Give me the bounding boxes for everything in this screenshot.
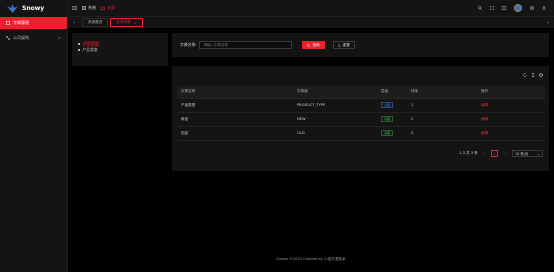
cell-level: 子级 [377,112,407,127]
search-label: 字典名称: [180,42,197,47]
table-toolbar [523,73,543,77]
tabs-scroll-right-icon[interactable]: › [542,20,554,26]
dictionary-tree: 产品类型 产品状态 [72,33,168,66]
search-icon[interactable] [478,6,482,10]
bullet-icon [78,43,80,45]
cell-sort: 1 [407,98,477,113]
search-panel: 字典名称: 查询 重置 [172,33,549,57]
settings-icon[interactable] [530,6,534,10]
cell-value: OLD [293,126,377,141]
bullet-icon [78,49,80,51]
column-header[interactable]: 操作 [477,86,545,99]
user-icon[interactable] [542,6,546,10]
column-header[interactable]: 排序 [407,86,477,99]
prev-page-icon[interactable]: ‹ [484,151,486,156]
tab-business-dictionary[interactable]: 业务字典 × [110,18,143,27]
page-size-value: 10 条/页 [515,152,529,156]
column-header[interactable]: 字典名称 [177,86,293,99]
close-icon[interactable]: × [134,21,137,25]
reset-button-label: 重置 [342,42,350,47]
reset-button[interactable]: 重置 [332,41,355,49]
search-button-label: 查询 [312,42,320,47]
settings-icon[interactable] [539,73,543,77]
chevron-down-icon: ⌄ [537,151,540,156]
tab-label: 业务字典 [116,20,131,24]
table-panel: 字典名称 字典值 层级 排序 操作 产品类型 PRODUCT_TYPE 上级 1… [172,66,549,171]
pagination: 1-3 共 3 条 ‹ 1 › 10 条/页 ⌄ [459,150,543,157]
cell-action: 编辑 [477,98,545,113]
edit-link[interactable]: 编辑 [481,117,488,121]
cell-level: 子级 [377,126,407,141]
column-header[interactable]: 字典值 [293,86,377,99]
search-icon [307,43,311,47]
edit-link[interactable]: 编辑 [481,131,488,135]
page-number[interactable]: 1 [491,150,499,157]
table-row[interactable]: 产品类型 PRODUCT_TYPE 上级 1 编辑 [177,98,545,113]
module-system[interactable]: 系统 [82,5,96,11]
level-badge: 子级 [381,130,394,136]
column-header[interactable]: 层级 [377,86,407,99]
top-header: 系统 业务 [68,0,554,16]
cell-name: 旧品 [177,126,293,141]
cell-name: 新品 [177,112,293,127]
cell-sort: 2 [407,112,477,127]
sidebar-item-dictionary[interactable]: 字典管理 [0,17,67,29]
cell-action: 编辑 [477,126,545,141]
cell-value: PRODUCT_TYPE [293,98,377,113]
sidebar-item-label: 字典管理 [13,20,29,25]
table-header-row: 字典名称 字典值 层级 排序 操作 [177,86,545,99]
sidebar-group-label: 公司架构 [13,35,29,40]
table-row[interactable]: 旧品 OLD 子级 3 编辑 [177,126,545,141]
fullscreen-icon[interactable] [490,6,494,10]
app-name: Snowy [22,4,45,12]
org-icon [6,36,10,40]
cell-sort: 3 [407,126,477,141]
app-logo[interactable]: Snowy [0,0,67,16]
menu-toggle-icon[interactable] [72,6,77,10]
level-badge: 子级 [381,116,394,122]
reload-icon [337,43,341,47]
page-size-select[interactable]: 10 条/页 ⌄ [512,150,543,157]
tabs-bar: ‹ 系统首页 业务字典 × › [68,16,554,28]
pagination-summary: 1-3 共 3 条 [459,151,478,155]
tab-home[interactable]: 系统首页 [82,18,109,27]
cell-name: 产品类型 [177,98,293,113]
footer: Snowy ©2022 Created by 小诺开源技术 [276,257,346,261]
dictionary-table: 字典名称 字典值 层级 排序 操作 产品类型 PRODUCT_TYPE 上级 1… [177,86,545,141]
level-badge: 上级 [381,102,394,108]
tab-label: 系统首页 [88,20,103,24]
briefcase-icon [101,6,105,10]
module-business[interactable]: 业务 [101,5,115,11]
grid-icon [82,6,86,10]
module-label: 业务 [107,5,115,10]
reload-icon[interactable] [523,73,527,77]
snowflake-logo-icon [7,3,18,13]
tabs-scroll-left-icon[interactable]: ‹ [68,20,80,26]
column-height-icon[interactable] [531,73,535,77]
chevron-down-icon [58,37,61,39]
module-label: 系统 [88,5,96,10]
book-icon [6,21,10,25]
sidebar: Snowy 字典管理 公司架构 [0,0,68,272]
cell-action: 编辑 [477,112,545,127]
notification-icon[interactable] [502,6,506,10]
cell-level: 上级 [377,98,407,113]
tree-item[interactable]: 产品状态 [78,47,162,53]
search-input[interactable] [199,41,293,49]
cell-value: NEW [293,112,377,127]
edit-link[interactable]: 编辑 [481,103,488,107]
next-page-icon[interactable]: › [504,151,506,156]
tree-item-label: 产品状态 [82,47,98,52]
avatar[interactable] [514,4,522,12]
sidebar-group-org[interactable]: 公司架构 [0,32,67,44]
table-row[interactable]: 新品 NEW 子级 2 编辑 [177,112,545,127]
search-button[interactable]: 查询 [302,41,325,49]
